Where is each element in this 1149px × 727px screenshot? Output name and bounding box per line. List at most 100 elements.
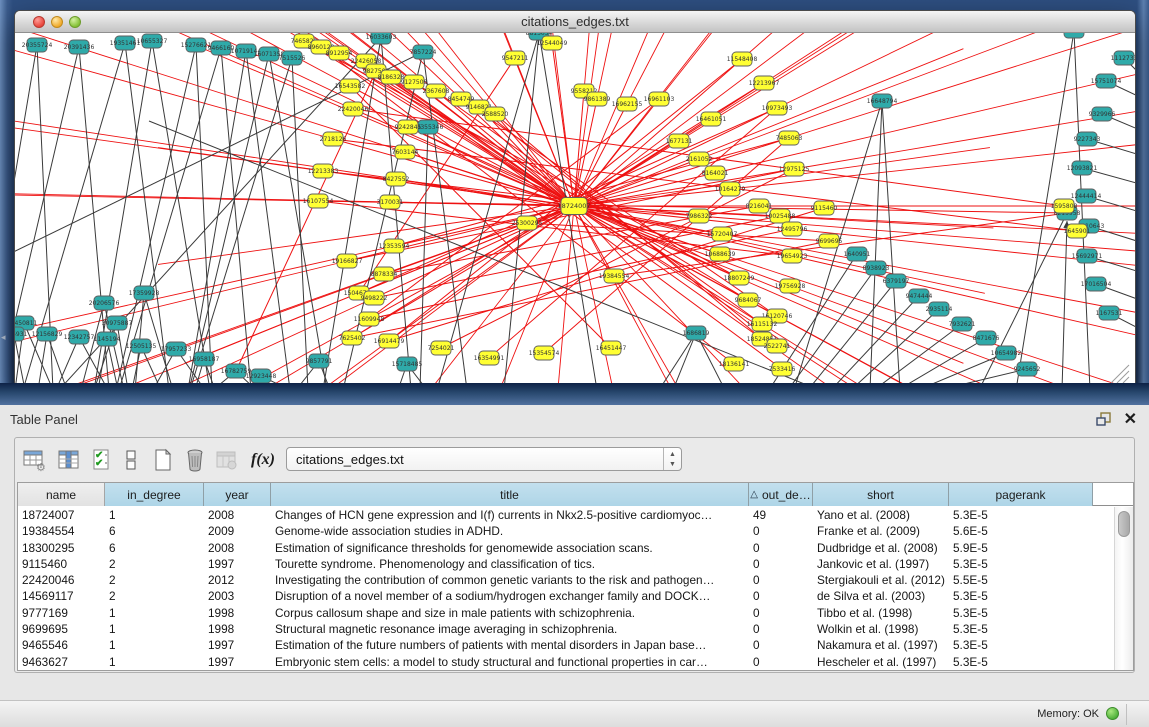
table-row[interactable]: 911546021997Tourette syndrome. Phenomeno… <box>18 556 1113 572</box>
select-rows-icon[interactable]: ✔ ✔ <box>91 446 119 474</box>
table-cell[interactable]: 5.3E-5 <box>949 637 1093 653</box>
table-cell[interactable]: 2 <box>105 556 204 572</box>
table-cell[interactable]: 0 <box>749 523 813 539</box>
red-edge[interactable] <box>574 59 742 206</box>
table-cell[interactable]: 2 <box>105 588 204 604</box>
table-cell[interactable]: 0 <box>749 654 813 670</box>
graph-node[interactable]: 2718126 <box>320 132 347 146</box>
graph-node[interactable]: 9115460 <box>811 201 838 215</box>
graph-node[interactable]: 9684067 <box>735 293 762 307</box>
table-cell[interactable]: 9777169 <box>18 605 105 621</box>
red-edge[interactable] <box>15 33 321 47</box>
graph-node[interactable]: 11548408 <box>727 52 758 66</box>
column-header-in_degree[interactable]: in_degree <box>105 483 204 506</box>
table-cell[interactable]: 5.5E-5 <box>949 572 1093 588</box>
table-cell[interactable]: 1997 <box>204 637 271 653</box>
graph-node[interactable]: 12156829 <box>32 327 63 341</box>
table-cell[interactable]: 2008 <box>204 507 271 523</box>
black-edge[interactable] <box>119 48 221 384</box>
black-edge[interactable] <box>196 45 212 384</box>
graph-node[interactable]: 9547211 <box>502 51 529 65</box>
graph-node[interactable]: 16914479 <box>374 334 405 348</box>
row-height-icon[interactable] <box>119 446 147 474</box>
graph-node[interactable]: 20355724 <box>22 38 53 52</box>
red-edge[interactable] <box>15 183 318 201</box>
table-cell[interactable]: Changes of HCN gene expression and I(f) … <box>271 507 749 523</box>
table-cell[interactable]: 6 <box>105 540 204 556</box>
red-edge[interactable] <box>15 33 333 139</box>
graph-node[interactable]: 16354991 <box>474 351 505 365</box>
graph-node[interactable]: 12353594 <box>379 239 410 253</box>
graph-node[interactable]: 18136141 <box>719 357 750 371</box>
table-cell[interactable]: Nakamura et al. (1997) <box>813 637 949 653</box>
table-cell[interactable]: 0 <box>749 621 813 637</box>
red-edge[interactable] <box>391 77 574 206</box>
graph-node[interactable]: 9227343 <box>1074 132 1101 146</box>
table-cell[interactable]: 9115460 <box>18 556 105 572</box>
black-edge[interactable] <box>125 43 169 384</box>
table-cell[interactable]: 2 <box>105 572 204 588</box>
graph-node[interactable]: 1645901 <box>1064 224 1091 238</box>
graph-node[interactable]: 12342757 <box>64 330 95 344</box>
graph-node[interactable]: 10025488 <box>765 209 796 223</box>
graph-node[interactable]: 9329966 <box>1089 107 1116 121</box>
network-canvas[interactable]: 2035572420391436193514611065532715276621… <box>15 33 1135 384</box>
table-cell[interactable]: 2008 <box>204 540 271 556</box>
red-edge[interactable] <box>739 278 1135 384</box>
window-resize-grip[interactable] <box>1111 365 1129 383</box>
table-cell[interactable]: 0 <box>749 605 813 621</box>
graph-node[interactable]: 9699695 <box>816 234 843 248</box>
table-row[interactable]: 1938455462009Genome-wide association stu… <box>18 523 1113 539</box>
graph-node[interactable]: 16543582 <box>335 79 366 93</box>
show-columns-icon[interactable] <box>57 446 85 474</box>
graph-node[interactable]: 1167531 <box>1096 306 1123 320</box>
table-cell[interactable]: Tibbo et al. (1998) <box>813 605 949 621</box>
graph-node[interactable]: 7515526 <box>279 51 306 65</box>
black-edge[interactable] <box>898 338 986 384</box>
table-cell[interactable]: Estimation of significance thresholds fo… <box>271 540 749 556</box>
graph-node[interactable]: 8878334 <box>371 267 398 281</box>
graph-node[interactable]: 2161052 <box>686 152 713 166</box>
graph-node[interactable]: 1640951 <box>844 247 871 261</box>
graph-node[interactable]: 1677131 <box>666 134 693 148</box>
graph-node[interactable]: 9861389 <box>584 92 611 106</box>
column-header-short[interactable]: short <box>813 483 949 506</box>
table-row[interactable]: 2242004622012Investigating the contribut… <box>18 572 1113 588</box>
table-row[interactable]: 977716911998Corpus callosum shape and si… <box>18 605 1113 621</box>
graph-node[interactable]: 19384554 <box>599 269 630 283</box>
table-cell[interactable]: 1 <box>105 507 204 523</box>
graph-node[interactable]: 20391436 <box>64 40 95 54</box>
table-cell[interactable]: 2003 <box>204 588 271 604</box>
black-edge[interactable] <box>504 33 539 384</box>
table-cell[interactable]: 5.9E-5 <box>949 540 1093 556</box>
graph-node[interactable]: 16451447 <box>596 341 627 355</box>
table-row[interactable]: 1456911722003Disruption of a novel membe… <box>18 588 1113 604</box>
red-edge[interactable] <box>679 33 1135 141</box>
graph-node[interactable]: 17359928 <box>129 286 160 300</box>
table-cell[interactable]: 0 <box>749 588 813 604</box>
column-header-pagerank[interactable]: pagerank <box>949 483 1093 506</box>
table-row[interactable]: 1830029562008Estimation of significance … <box>18 540 1113 556</box>
table-cell[interactable]: 1 <box>105 637 204 653</box>
graph-node[interactable]: 8938923 <box>863 261 890 275</box>
table-cell[interactable]: Jankovic et al. (1997) <box>813 556 949 572</box>
graph-node[interactable]: 19166827 <box>332 254 363 268</box>
table-cell[interactable]: Hescheler et al. (1997) <box>813 654 949 670</box>
graph-node[interactable]: 6379197 <box>883 274 910 288</box>
table-cell[interactable]: 1 <box>105 654 204 670</box>
table-cell[interactable]: 5.3E-5 <box>949 621 1093 637</box>
table-cell[interactable]: 14569117 <box>18 588 105 604</box>
table-cell[interactable]: 6 <box>105 523 204 539</box>
red-edge[interactable] <box>659 33 1135 99</box>
table-cell[interactable]: 1997 <box>204 654 271 670</box>
window-titlebar[interactable]: citations_edges.txt <box>15 11 1135 33</box>
table-cell[interactable]: Dudbridge et al. (2008) <box>813 540 949 556</box>
table-cell[interactable]: Investigating the contribution of common… <box>271 572 749 588</box>
table-cell[interactable]: de Silva et al. (2003) <box>813 588 949 604</box>
red-edge[interactable] <box>777 33 1135 108</box>
table-cell[interactable]: Genome-wide association studies in ADHD. <box>271 523 749 539</box>
red-edge[interactable] <box>584 33 662 91</box>
graph-node[interactable]: 16961103 <box>644 92 675 106</box>
table-cell[interactable]: Tourette syndrome. Phenomenology and cla… <box>271 556 749 572</box>
graph-node[interactable]: 7932621 <box>949 317 976 331</box>
